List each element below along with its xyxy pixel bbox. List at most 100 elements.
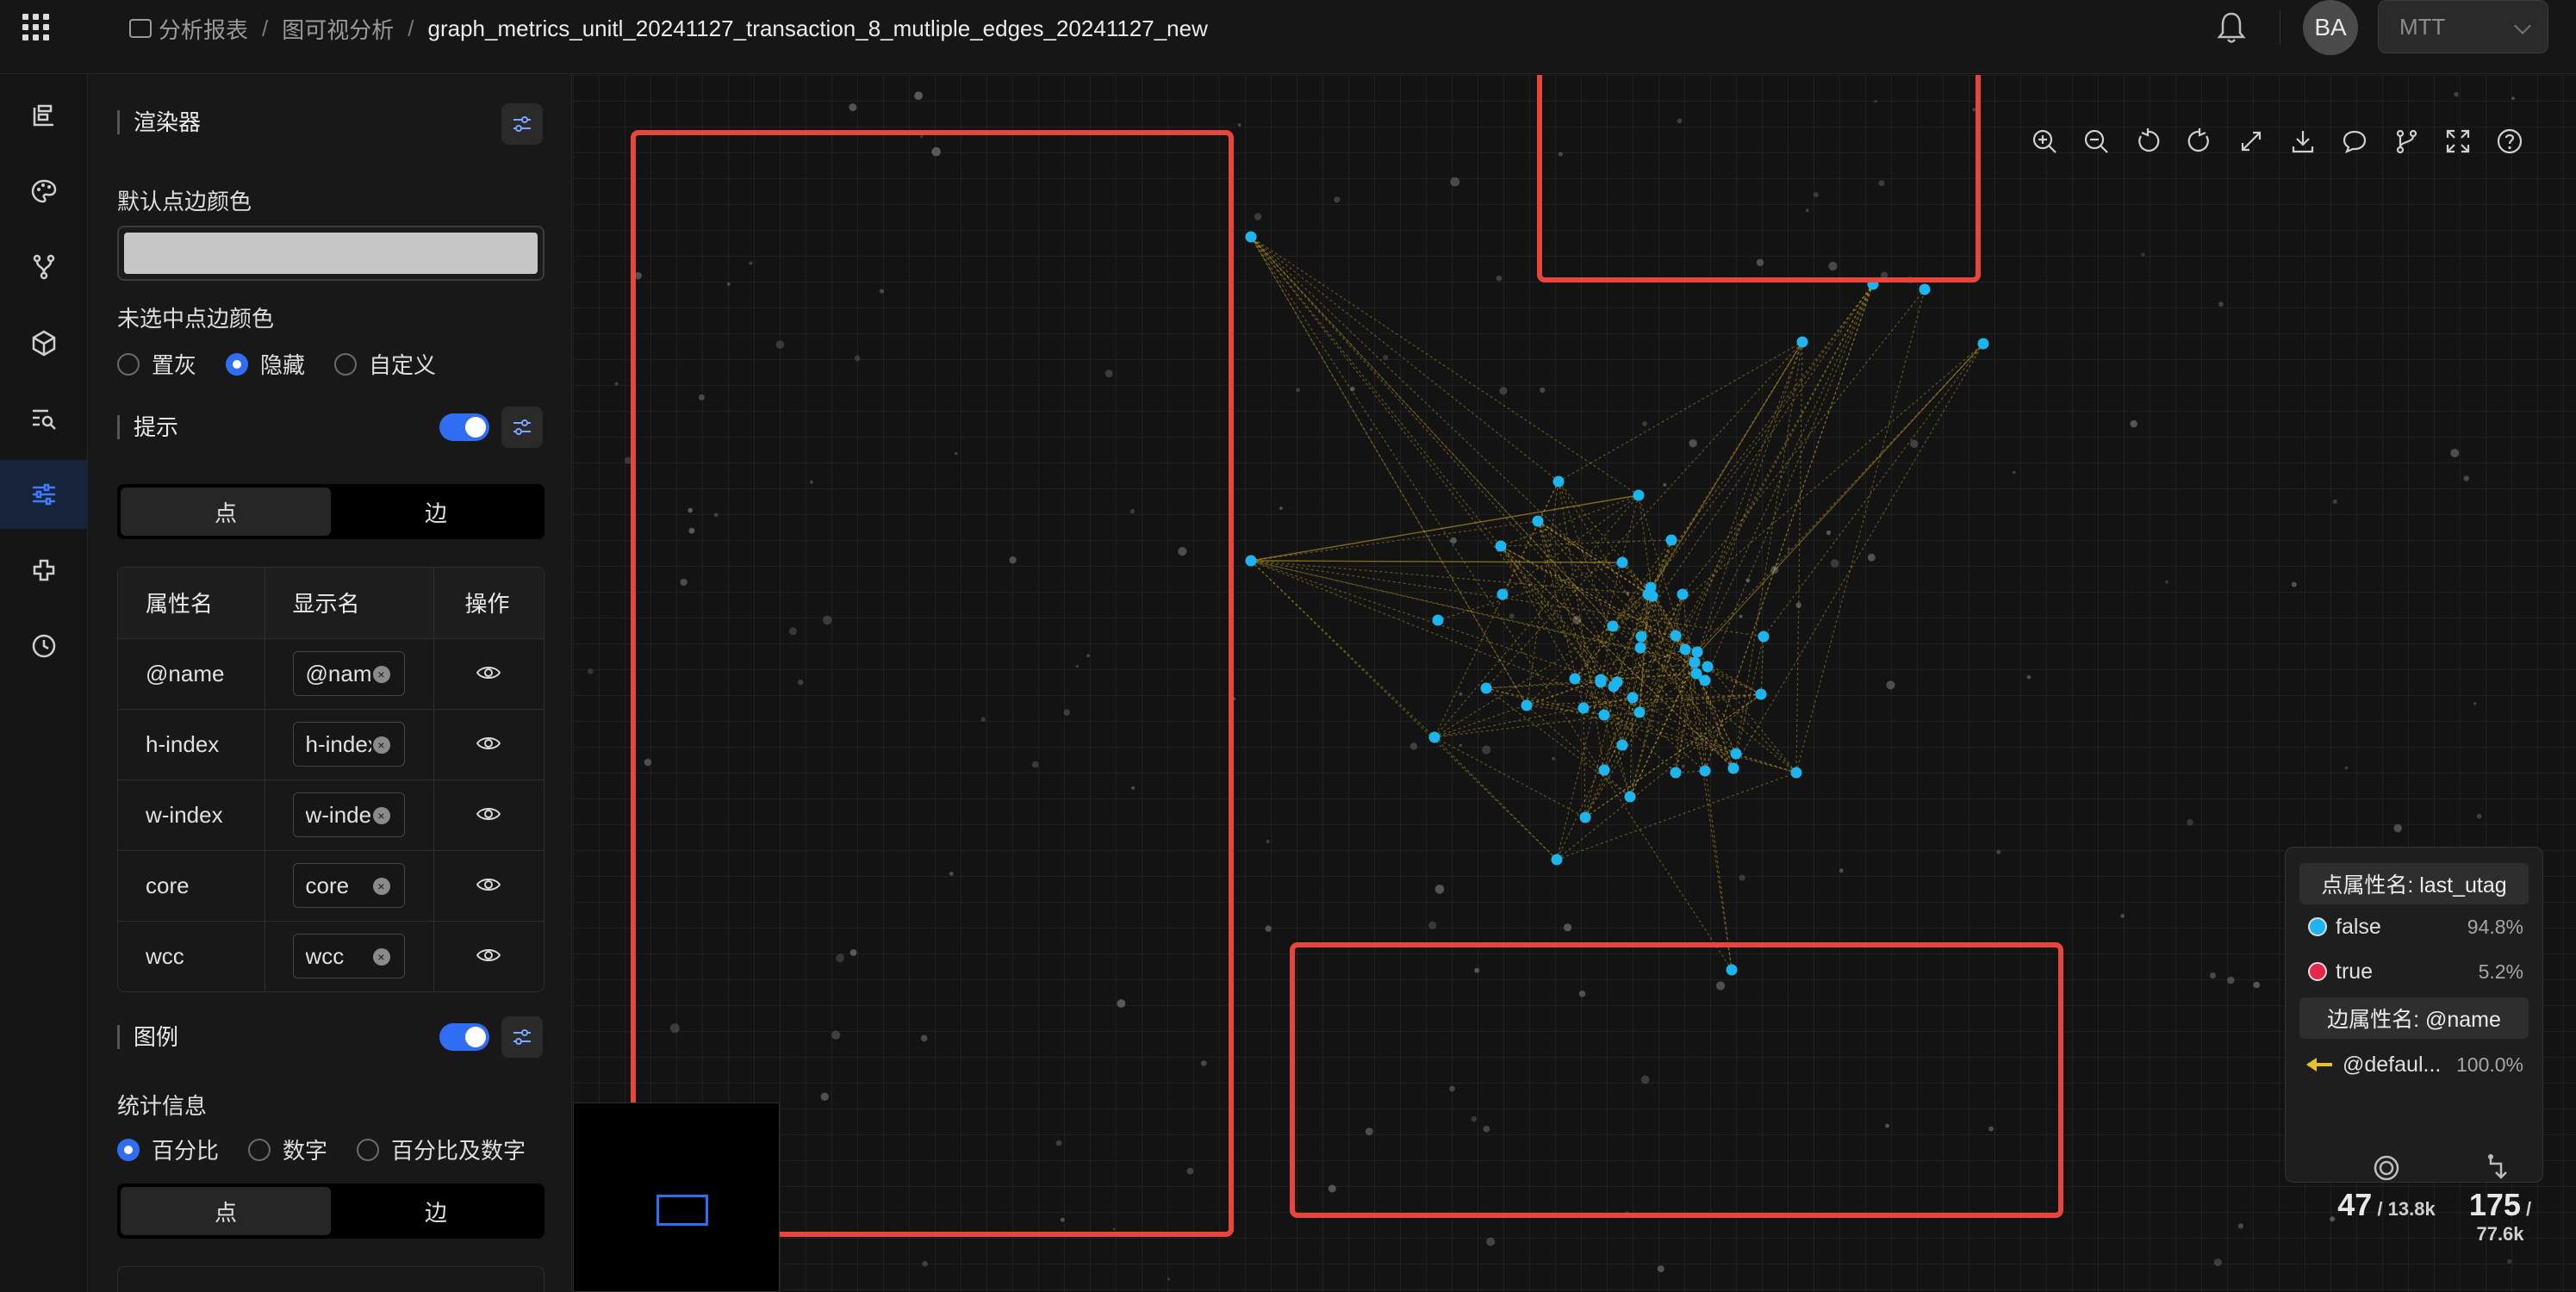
graph-node[interactable] <box>1702 661 1714 673</box>
hidden-node[interactable] <box>1075 664 1080 668</box>
graph-node[interactable] <box>1480 682 1492 694</box>
graph-node[interactable] <box>1677 588 1689 600</box>
hidden-node[interactable] <box>1471 1115 1478 1122</box>
hidden-node[interactable] <box>836 953 844 963</box>
graph-edge[interactable] <box>1250 236 1528 706</box>
hidden-node[interactable] <box>1428 921 1437 929</box>
hidden-node[interactable] <box>1117 999 1126 1008</box>
clear-icon[interactable]: × <box>372 666 390 683</box>
hidden-node[interactable] <box>698 394 705 401</box>
graph-edge[interactable] <box>1694 341 1803 663</box>
hidden-node[interactable] <box>1572 615 1582 624</box>
graph-edge[interactable] <box>1558 341 1803 482</box>
fullscreen-button[interactable] <box>2432 115 2484 167</box>
hidden-node[interactable] <box>2237 1223 2243 1229</box>
graph-node[interactable] <box>1670 630 1682 642</box>
hidden-node[interactable] <box>1265 925 1272 932</box>
hidden-node[interactable] <box>1328 1184 1336 1193</box>
hidden-node[interactable] <box>922 1260 928 1267</box>
hidden-node[interactable] <box>980 717 986 722</box>
graph-node[interactable] <box>1635 630 1647 643</box>
hidden-node[interactable] <box>1459 743 1462 747</box>
graph-edge[interactable] <box>1650 283 1874 588</box>
radio-percent[interactable]: 百分比 <box>117 1134 219 1165</box>
graph-edge[interactable] <box>1250 236 1602 683</box>
hidden-node[interactable] <box>2454 91 2459 97</box>
hidden-node[interactable] <box>1996 849 2001 854</box>
hidden-node[interactable] <box>2209 972 2217 979</box>
graph-edge[interactable] <box>1250 560 1623 563</box>
graph-node[interactable] <box>1624 791 1636 803</box>
hidden-node[interactable] <box>726 282 731 286</box>
hidden-node[interactable] <box>820 1092 829 1102</box>
display-name-input[interactable]: core × <box>292 863 405 908</box>
graph-node[interactable] <box>1670 767 1682 779</box>
hidden-node[interactable] <box>1739 874 1745 881</box>
graph-node[interactable] <box>1495 540 1507 552</box>
display-name-input[interactable]: w-index× <box>292 792 405 837</box>
hidden-node[interactable] <box>713 512 719 518</box>
hidden-node[interactable] <box>2450 449 2460 457</box>
graph-edge[interactable] <box>1502 494 1640 595</box>
hidden-node[interactable] <box>1663 482 1667 487</box>
graph-edge[interactable] <box>1603 647 1641 771</box>
graph-node[interactable] <box>1699 765 1711 777</box>
hidden-node[interactable] <box>1129 508 1136 514</box>
hidden-node[interactable] <box>1886 680 1895 690</box>
hidden-node[interactable] <box>810 480 813 484</box>
hidden-node[interactable] <box>1910 439 1919 448</box>
graph-edge[interactable] <box>1526 693 1762 706</box>
hidden-node[interactable] <box>1254 213 1262 221</box>
breadcrumb-item-graph-analysis[interactable]: 图可视分析 <box>282 13 394 45</box>
hidden-node[interactable] <box>2165 580 2168 584</box>
hidden-node[interactable] <box>1813 192 1819 198</box>
graph-node[interactable] <box>1796 336 1808 348</box>
hidden-node[interactable] <box>1874 100 1877 103</box>
graph-node[interactable] <box>1665 534 1677 546</box>
renderer-config-button[interactable] <box>501 103 543 145</box>
hidden-node[interactable] <box>914 91 923 100</box>
hidden-node[interactable] <box>2013 470 2016 475</box>
graph-edge[interactable] <box>1638 494 1653 597</box>
graph-edge[interactable] <box>1583 283 1874 709</box>
hidden-node[interactable] <box>1839 868 1844 873</box>
hidden-node[interactable] <box>1009 556 1017 564</box>
clear-icon[interactable]: × <box>372 736 390 754</box>
graph-node[interactable] <box>1679 643 1691 655</box>
graph-edge[interactable] <box>1640 343 1984 637</box>
hidden-node[interactable] <box>1878 180 1885 187</box>
project-select[interactable]: MTT <box>2378 0 2548 53</box>
graph-edge[interactable] <box>1485 687 1797 773</box>
eye-icon[interactable] <box>476 664 501 681</box>
graph-node[interactable] <box>1977 338 1989 350</box>
legend-toggle[interactable] <box>439 1023 489 1051</box>
hidden-node[interactable] <box>1112 1227 1116 1231</box>
hidden-node[interactable] <box>2476 813 2482 819</box>
hidden-node[interactable] <box>2218 301 2224 307</box>
graph-edge[interactable] <box>1704 283 1874 772</box>
graph-edge[interactable] <box>1704 283 1874 772</box>
clear-icon[interactable]: × <box>372 878 390 895</box>
hidden-node[interactable] <box>1885 1123 1889 1128</box>
hidden-node[interactable] <box>1450 537 1457 544</box>
hidden-node[interactable] <box>2393 823 2402 833</box>
hidden-node[interactable] <box>1826 530 1832 536</box>
display-name-input[interactable]: h-index× <box>292 722 405 767</box>
zoom-in-button[interactable] <box>2019 115 2070 167</box>
hidden-node[interactable] <box>2332 499 2337 504</box>
clear-icon[interactable]: × <box>372 807 390 824</box>
graph-edge[interactable] <box>1500 494 1640 547</box>
tab-node[interactable]: 点 <box>121 1187 331 1235</box>
hidden-node[interactable] <box>688 507 694 513</box>
hidden-node[interactable] <box>1739 614 1743 618</box>
graph-node[interactable] <box>1758 630 1770 643</box>
hidden-node[interactable] <box>1756 258 1764 266</box>
hidden-node[interactable] <box>775 340 785 349</box>
hidden-node[interactable] <box>949 872 954 876</box>
graph-edge[interactable] <box>1434 736 1586 818</box>
graph-edge[interactable] <box>1250 560 1602 680</box>
hidden-node[interactable] <box>2291 581 2297 587</box>
graph-edge[interactable] <box>1250 236 1614 627</box>
hidden-node[interactable] <box>849 103 857 112</box>
hidden-node[interactable] <box>1409 742 1418 750</box>
